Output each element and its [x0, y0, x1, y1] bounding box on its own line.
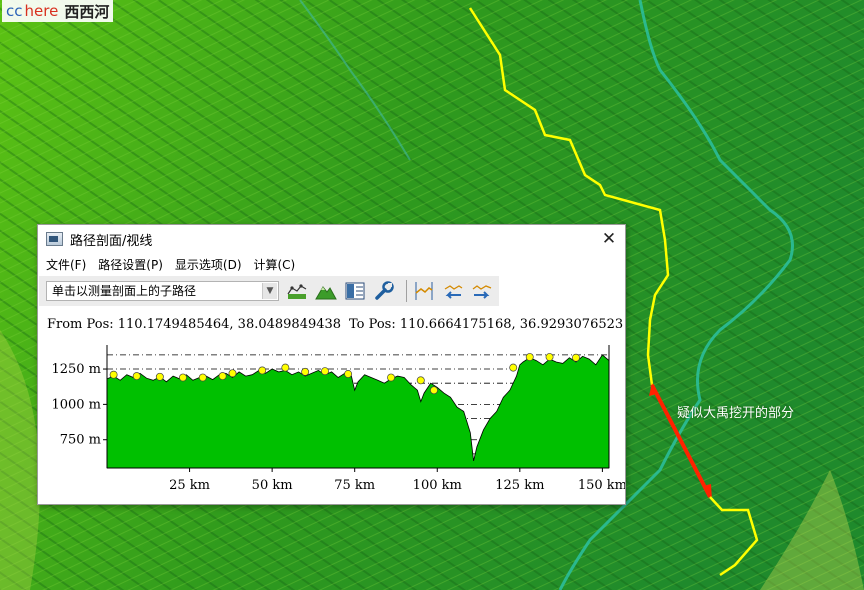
close-button[interactable]: ✕ — [595, 226, 623, 252]
chart-marker-icon[interactable] — [413, 280, 435, 302]
point-marker[interactable] — [430, 386, 438, 395]
annotation-label: 疑似大禹挖开的部分 — [677, 406, 795, 421]
menu-bar: 文件(F) 路径设置(P) 显示选项(D) 计算(C) — [38, 254, 625, 274]
profile-window: 路径剖面/视线 ✕ 文件(F) 路径设置(P) 显示选项(D) 计算(C) 单击… — [37, 224, 626, 505]
menu-path-settings[interactable]: 路径设置(P) — [98, 256, 163, 273]
x-tick-label: 150 km — [578, 478, 625, 493]
point-marker[interactable] — [416, 376, 425, 385]
point-marker[interactable] — [281, 363, 290, 372]
x-tick-label: 50 km — [252, 478, 293, 493]
point-marker[interactable] — [228, 369, 237, 378]
watermark-cn: 西西河 — [64, 2, 110, 21]
chevron-down-icon[interactable]: ▼ — [262, 283, 277, 299]
watermark: cc here 西西河 — [2, 0, 114, 22]
menu-calculate[interactable]: 计算(C) — [254, 256, 296, 273]
x-tick-label: 100 km — [413, 478, 462, 493]
point-marker[interactable] — [321, 367, 329, 376]
point-marker[interactable] — [387, 373, 395, 382]
arrow-left-icon[interactable] — [442, 280, 464, 302]
y-tick-label: 1250 m — [51, 362, 101, 377]
point-marker[interactable] — [545, 353, 554, 361]
point-marker[interactable] — [218, 372, 227, 381]
measure-mode-value: 单击以测量剖面上的子路径 — [52, 284, 197, 298]
x-tick-label: 25 km — [169, 478, 210, 493]
point-marker[interactable] — [509, 363, 518, 372]
app-icon — [46, 232, 63, 246]
point-marker[interactable] — [179, 373, 187, 382]
point-marker[interactable] — [572, 353, 580, 362]
point-marker[interactable] — [132, 372, 141, 381]
wrench-icon[interactable] — [373, 280, 395, 302]
title-bar[interactable]: 路径剖面/视线 ✕ — [38, 225, 625, 253]
point-marker[interactable] — [109, 370, 118, 379]
point-marker[interactable] — [258, 366, 267, 375]
y-tick-label: 1000 m — [51, 397, 101, 412]
x-tick-label: 125 km — [495, 478, 544, 493]
terrain-mountain-icon[interactable] — [315, 280, 337, 302]
toolbar-separator — [406, 280, 407, 302]
point-marker[interactable] — [198, 373, 207, 382]
elevation-profile-chart[interactable]: 750 m 1000 m 1250 m 25 km 50 km 75 km 100 km 12… — [38, 337, 625, 502]
profile-path-icon[interactable] — [286, 280, 308, 302]
point-marker[interactable] — [301, 367, 310, 376]
point-marker[interactable] — [525, 353, 534, 361]
from-position: From Pos: 110.1749485464, 38.0489849438 — [47, 317, 342, 332]
point-marker[interactable] — [344, 370, 353, 378]
menu-display-options[interactable]: 显示选项(D) — [175, 256, 242, 273]
point-marker[interactable] — [155, 372, 164, 381]
measure-mode-select[interactable]: 单击以测量剖面上的子路径 ▼ — [46, 281, 279, 301]
split-view-icon[interactable] — [344, 280, 366, 302]
watermark-cc: cc — [6, 2, 23, 20]
menu-file[interactable]: 文件(F) — [46, 256, 86, 273]
watermark-here: here — [24, 2, 59, 20]
x-tick-label: 75 km — [334, 478, 375, 493]
y-tick-label: 750 m — [60, 433, 101, 448]
arrow-right-icon[interactable] — [471, 280, 493, 302]
toolbar: 单击以测量剖面上的子路径 ▼ — [39, 276, 499, 306]
window-title: 路径剖面/视线 — [70, 233, 153, 249]
to-position: To Pos: 110.6664175168, 36.9293076523 — [349, 317, 624, 332]
